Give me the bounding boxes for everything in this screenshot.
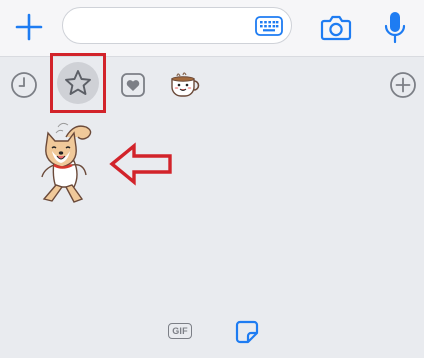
gif-tab[interactable]: GIF — [166, 321, 194, 341]
coffee-cup-sticker-icon[interactable] — [168, 68, 204, 102]
keyboard-icon[interactable] — [255, 15, 283, 37]
camera-icon[interactable] — [318, 10, 354, 44]
gif-icon: GIF — [168, 323, 192, 339]
clock-icon[interactable] — [9, 70, 39, 100]
sticker-icon[interactable] — [233, 318, 261, 346]
shiba-dog-dancing-sticker[interactable] — [28, 117, 98, 207]
microphone-icon[interactable] — [380, 9, 410, 47]
annotation-arrow — [108, 142, 174, 186]
plus-icon[interactable] — [12, 10, 46, 44]
plus-circle-icon[interactable] — [388, 70, 418, 100]
message-text-field[interactable] — [77, 15, 251, 39]
heart-icon[interactable] — [119, 71, 147, 99]
favorites-highlight-box — [50, 53, 106, 113]
gif-label: GIF — [172, 326, 188, 336]
message-input[interactable] — [62, 7, 292, 44]
